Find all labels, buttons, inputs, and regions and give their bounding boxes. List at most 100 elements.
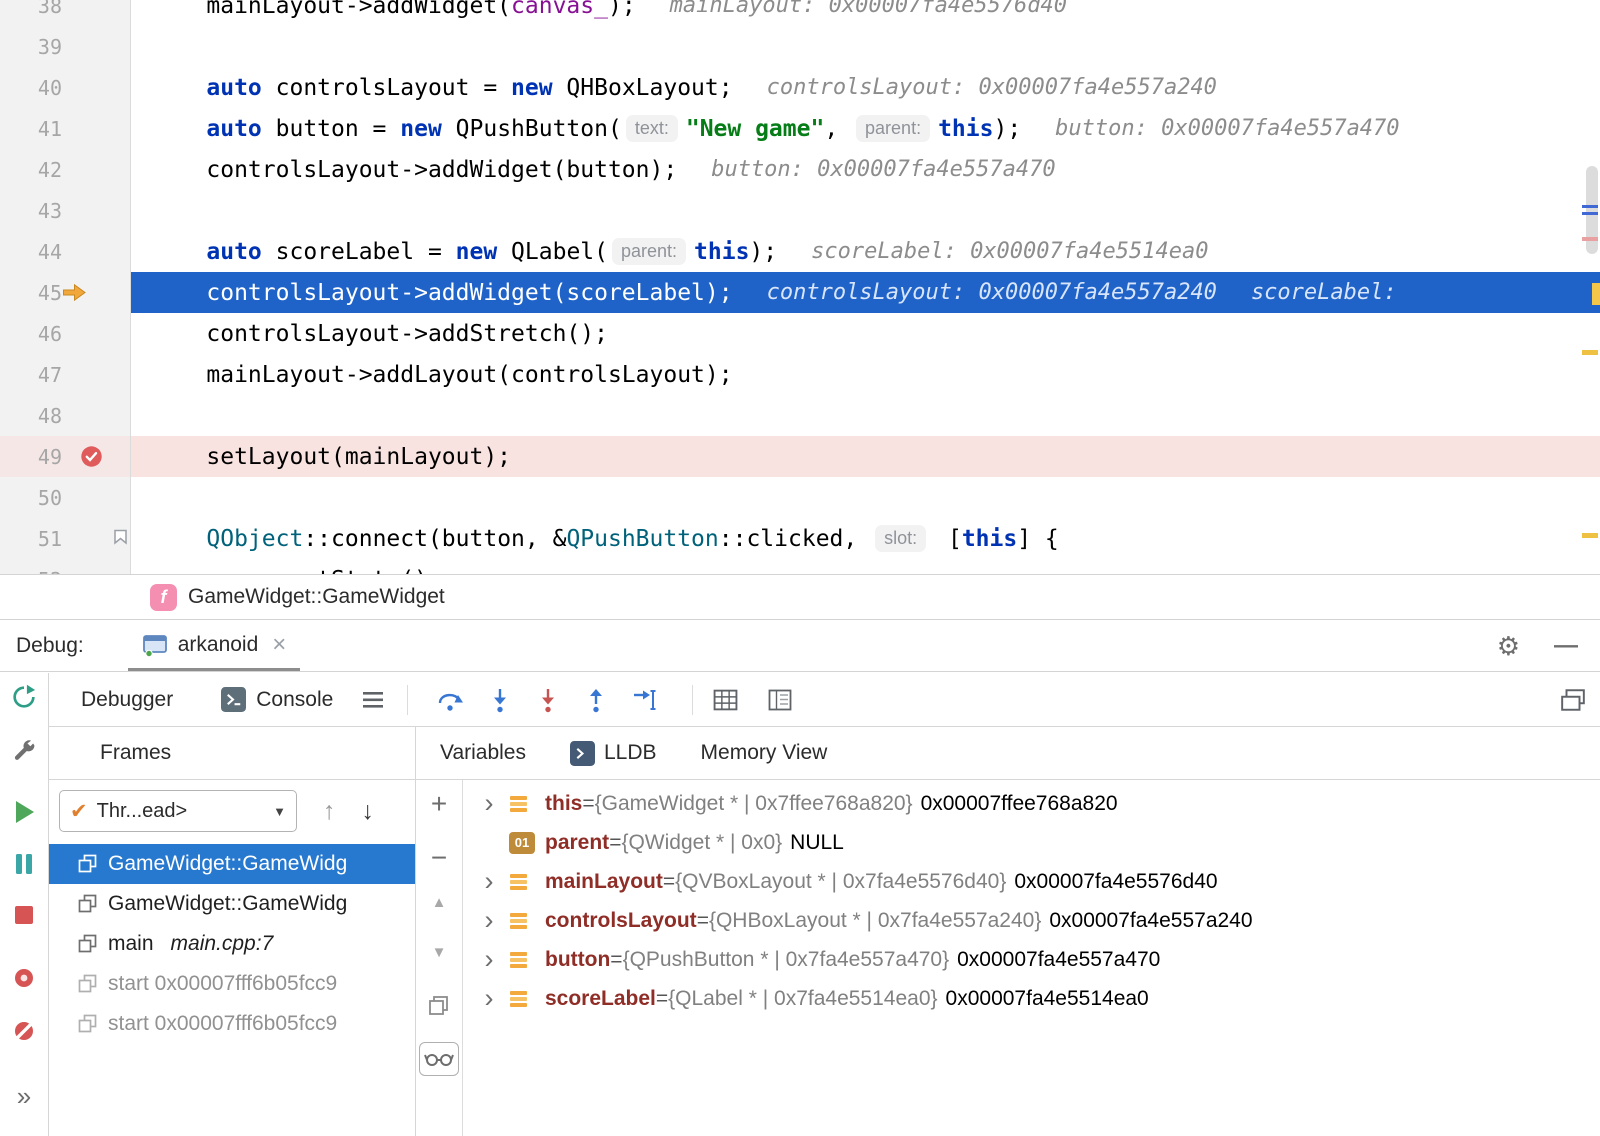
tab-memory-view[interactable]: Memory View — [701, 741, 828, 765]
stack-frame-icon — [77, 933, 99, 955]
code-editor[interactable]: 38 mainLayout->addWidget(canvas_);mainLa… — [0, 0, 1600, 574]
frame-item[interactable]: GameWidget::GameWidg — [49, 884, 415, 924]
panel-layout-icon[interactable] — [768, 689, 792, 711]
code-token: [ — [934, 526, 962, 552]
code-token: mainLayout->addLayout(controlsLayout); — [151, 362, 733, 388]
previous-frame-button[interactable]: ↑ — [323, 797, 336, 826]
expand-chevron-icon[interactable]: › — [477, 985, 501, 1012]
move-up-button[interactable]: ▲ — [432, 894, 447, 911]
frame-label: GameWidget::GameWidg — [108, 892, 347, 916]
expand-chevron-icon[interactable]: › — [477, 790, 501, 817]
rerun-debug-icon[interactable] — [10, 683, 38, 711]
variable-type-meta: {QHBoxLayout * | 0x7fa4e557a240} — [709, 909, 1041, 933]
line-number: 51 — [0, 527, 62, 551]
editor-gutter[interactable]: 45 — [0, 272, 131, 313]
minimize-icon[interactable]: — — [1554, 632, 1578, 660]
move-down-button[interactable]: ▼ — [432, 944, 447, 961]
frame-item[interactable]: start 0x00007fff6b05fcc9 — [49, 1004, 415, 1044]
thread-selector[interactable]: ✔ Thr...ead> ▼ — [59, 790, 297, 832]
code-token: setLayout(mainLayout); — [151, 444, 511, 470]
frame-label: start 0x00007fff6b05fcc9 — [108, 972, 337, 996]
view-options-icon[interactable] — [363, 691, 385, 709]
pause-icon[interactable] — [12, 851, 36, 877]
tab-console[interactable]: Console — [221, 687, 333, 712]
variable-type-meta: {QWidget * | 0x0} — [621, 831, 782, 855]
line-number: 40 — [0, 76, 62, 100]
variable-row[interactable]: ›controlsLayout = {QHBoxLayout * | 0x7fa… — [463, 901, 1600, 940]
frame-item[interactable]: GameWidget::GameWidg — [49, 844, 415, 884]
settings-gear-icon[interactable]: ⚙ — [1497, 631, 1520, 662]
editor-gutter[interactable]: 43 — [0, 190, 131, 231]
breadcrumb[interactable]: GameWidget::GameWidget — [188, 585, 445, 609]
code-text: auto button = new QPushButton(text:"New … — [131, 108, 1600, 149]
variable-row[interactable]: ›this = {GameWidget * | 0x7ffee768a820}0… — [463, 784, 1600, 823]
force-step-into-icon[interactable] — [536, 687, 560, 713]
table-view-icon[interactable] — [713, 689, 738, 711]
editor-gutter[interactable]: 44 — [0, 231, 131, 272]
view-breakpoints-icon[interactable] — [12, 966, 36, 990]
remove-watch-button[interactable]: − — [431, 842, 447, 874]
editor-gutter[interactable]: 41 — [0, 108, 131, 149]
editor-gutter[interactable]: 51 — [0, 518, 131, 559]
frame-item[interactable]: start 0x00007fff6b05fcc9 — [49, 964, 415, 1004]
variables-list: ›this = {GameWidget * | 0x7ffee768a820}0… — [463, 780, 1600, 1136]
tab-lldb[interactable]: LLDB — [570, 741, 657, 766]
editor-gutter[interactable]: 49 — [0, 436, 131, 477]
code-token: ::connect(button, & — [303, 526, 566, 552]
duplicate-icon[interactable] — [428, 992, 450, 1024]
line-number: 50 — [0, 486, 62, 510]
code-token: ); — [608, 0, 636, 19]
expand-chevron-icon[interactable]: › — [477, 868, 501, 895]
line-number: 39 — [0, 35, 62, 59]
breakpoint-icon[interactable] — [62, 436, 130, 477]
code-token: auto — [206, 75, 261, 101]
editor-gutter[interactable]: 48 — [0, 395, 131, 436]
stop-icon[interactable] — [13, 904, 35, 926]
variable-row[interactable]: ›mainLayout = {QVBoxLayout * | 0x7fa4e55… — [463, 862, 1600, 901]
code-token: ::clicked, — [719, 526, 871, 552]
variable-type-meta: {QPushButton * | 0x7fa4e557a470} — [623, 948, 950, 972]
show-watches-button[interactable] — [419, 1042, 459, 1076]
variable-type-meta: {GameWidget * | 0x7ffee768a820} — [595, 792, 913, 816]
inline-value-hint: scoreLabel: — [1251, 280, 1397, 305]
run-to-cursor-icon[interactable] — [632, 687, 658, 713]
variable-row[interactable]: ›button = {QPushButton * | 0x7fa4e557a47… — [463, 940, 1600, 979]
variable-row[interactable]: ›scoreLabel = {QLabel * | 0x7fa4e5514ea0… — [463, 979, 1600, 1018]
param-hint-chip: text: — [626, 115, 678, 142]
editor-gutter[interactable]: 38 — [0, 0, 131, 26]
expand-chevron-icon[interactable]: › — [477, 946, 501, 973]
tab-debugger[interactable]: Debugger — [81, 688, 173, 712]
mute-breakpoints-icon[interactable] — [12, 1019, 36, 1043]
editor-gutter[interactable]: 40 — [0, 67, 131, 108]
tab-variables[interactable]: Variables — [440, 741, 526, 765]
variable-type-meta: {QLabel * | 0x7fa4e5514ea0} — [668, 987, 937, 1011]
add-watch-button[interactable]: + — [431, 788, 447, 820]
expand-chevron-icon[interactable]: › — [477, 907, 501, 934]
step-over-icon[interactable] — [436, 687, 464, 713]
step-out-icon[interactable] — [584, 687, 608, 713]
frame-item[interactable]: mainmain.cpp:7 — [49, 924, 415, 964]
restore-layout-icon[interactable] — [1560, 688, 1586, 712]
resume-icon[interactable] — [12, 799, 36, 825]
gutter-mark-icon — [62, 518, 130, 559]
more-icon[interactable]: » — [17, 1081, 31, 1112]
scrollbar-mark-yellow — [1592, 283, 1600, 305]
code-line: 42 controlsLayout->addWidget(button);but… — [0, 149, 1600, 190]
inline-value-hint: button: 0x00007fa4e557a470 — [1055, 116, 1399, 141]
close-icon[interactable]: × — [272, 631, 286, 659]
session-tab-arkanoid[interactable]: arkanoid × — [128, 621, 301, 671]
editor-gutter[interactable]: 39 — [0, 26, 131, 67]
next-frame-button[interactable]: ↓ — [362, 797, 375, 826]
editor-gutter[interactable]: 50 — [0, 477, 131, 518]
editor-gutter[interactable]: 42 — [0, 149, 131, 190]
wrench-icon[interactable] — [11, 739, 37, 765]
editor-gutter[interactable]: 52 — [0, 559, 131, 574]
variable-value: 0x00007fa4e557a240 — [1049, 909, 1252, 933]
equals-sign: = — [656, 987, 668, 1011]
variable-row[interactable]: 01parent = {QWidget * | 0x0}NULL — [463, 823, 1600, 862]
step-into-icon[interactable] — [488, 687, 512, 713]
editor-gutter[interactable]: 46 — [0, 313, 131, 354]
line-number: 48 — [0, 404, 62, 428]
code-text: controlsLayout->addWidget(button);button… — [131, 149, 1600, 190]
editor-gutter[interactable]: 47 — [0, 354, 131, 395]
